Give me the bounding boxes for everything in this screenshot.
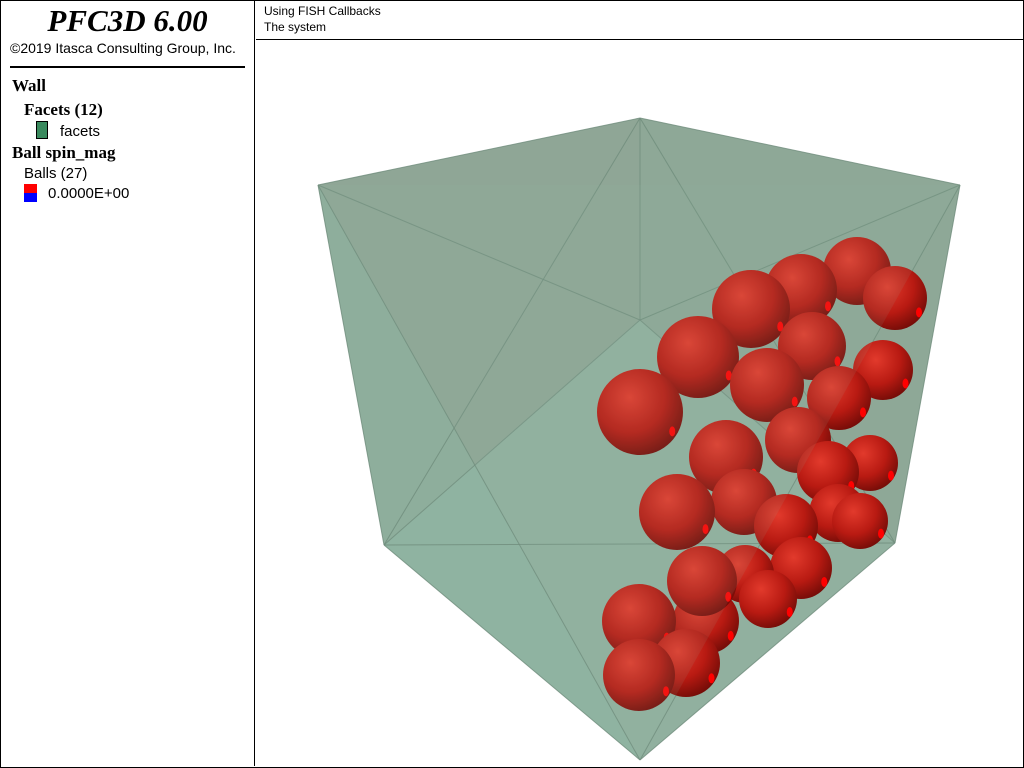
copyright-text: ©2019 Itasca Consulting Group, Inc.	[10, 40, 236, 56]
ball-22	[739, 570, 797, 628]
app-title: PFC3D 6.00	[47, 3, 208, 38]
legend-facets-label: facets	[60, 123, 101, 140]
spin-marker	[888, 470, 894, 481]
ball-17	[832, 493, 888, 549]
spin-marker	[786, 607, 793, 618]
legend-ball-heading: Ball spin_mag	[12, 143, 116, 162]
spin-marker	[878, 528, 884, 539]
legend-panel: PFC3D 6.00 ©2019 Itasca Consulting Group…	[0, 0, 255, 766]
legend-divider	[10, 66, 245, 68]
legend-balls-count: Balls (27)	[24, 165, 88, 182]
plot-subtitle: The system	[264, 20, 327, 34]
spin-max-color-swatch	[24, 184, 37, 193]
spin-marker	[708, 673, 715, 684]
plot-header: Using FISH Callbacks The system	[256, 0, 1023, 40]
spin-marker	[860, 407, 866, 418]
scene-canvas[interactable]	[256, 41, 1022, 766]
plot-title: Using FISH Callbacks	[264, 4, 381, 18]
legend-wall-heading: Wall	[12, 76, 47, 95]
spin-marker	[727, 630, 734, 641]
facets-color-swatch	[36, 121, 48, 139]
spin-min-color-swatch	[24, 193, 37, 202]
legend-facets-heading: Facets (12)	[24, 100, 103, 119]
spin-marker	[902, 378, 909, 389]
3d-viewport[interactable]	[256, 41, 1022, 766]
spin-marker	[821, 576, 828, 587]
spin-marker	[916, 307, 922, 318]
legend-spin-value: 0.0000E+00	[48, 185, 130, 202]
